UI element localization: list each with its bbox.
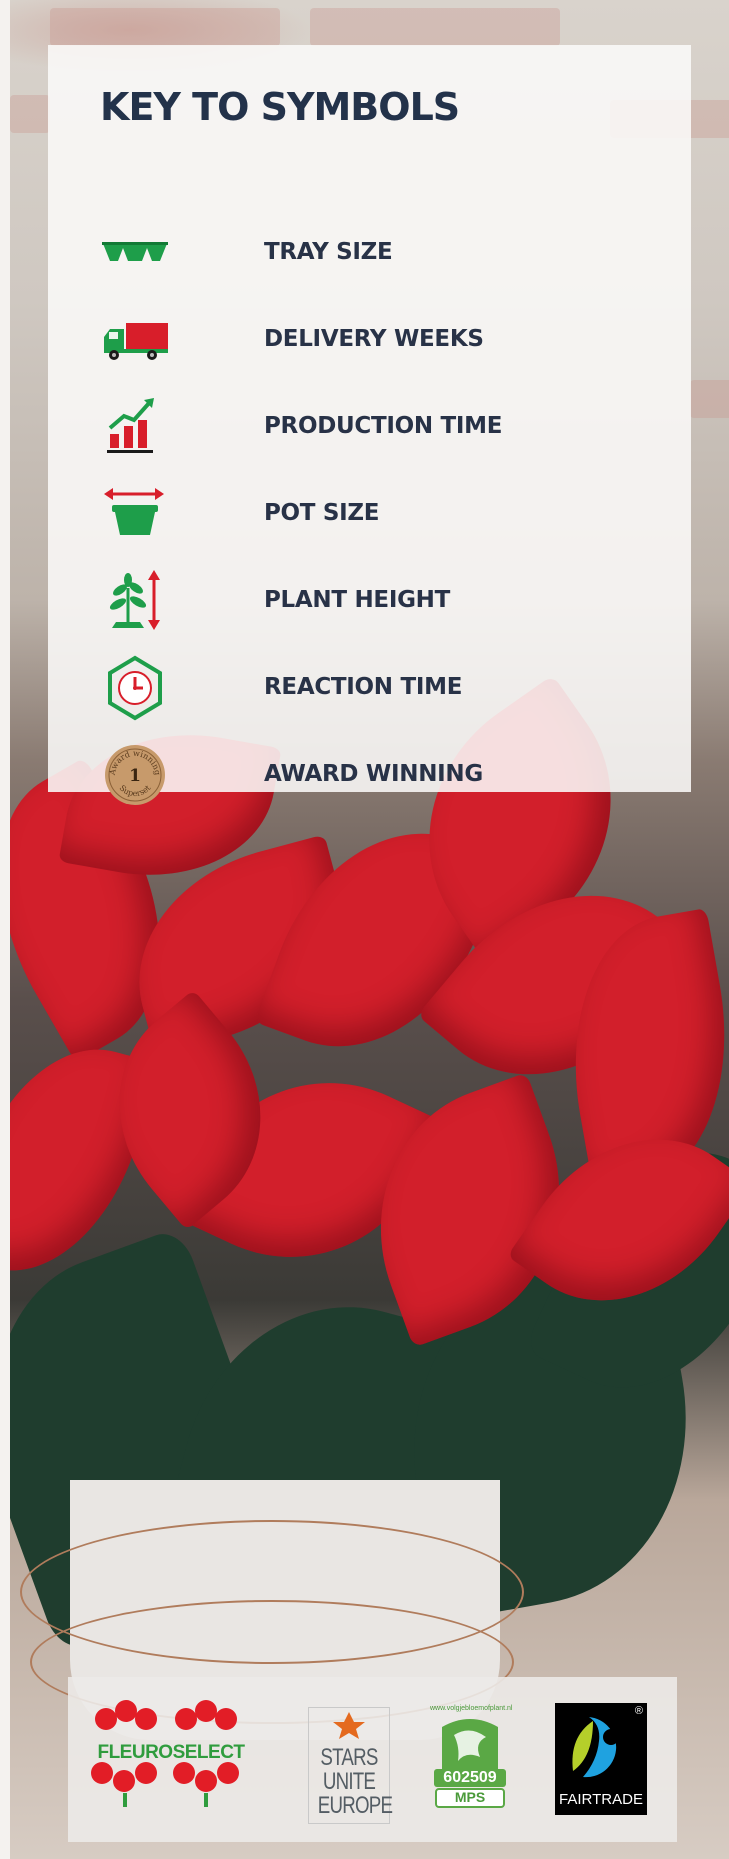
pot-size-icon <box>100 479 170 549</box>
key-label: PLANT HEIGHT <box>264 587 450 613</box>
mps-number: 602509 <box>443 1769 497 1786</box>
brick <box>690 380 729 418</box>
fleuroselect-logo: FLEUROSELECT <box>68 1677 268 1842</box>
production-chart-icon <box>100 392 170 462</box>
brick <box>10 95 50 133</box>
mps-url: www.volgjebloemofplant.nl <box>430 1705 513 1712</box>
brick <box>310 8 560 46</box>
panel-title: KEY TO SYMBOLS <box>100 85 460 129</box>
key-label: AWARD WINNING <box>264 761 483 787</box>
key-label: TRAY SIZE <box>264 239 393 265</box>
key-row-pot-size: POT SIZE <box>48 479 691 549</box>
key-row-delivery-weeks: DELIVERY WEEKS <box>48 305 691 375</box>
delivery-truck-icon <box>100 305 170 375</box>
stars-wordmark: STARS UNITE EUROPE <box>317 1744 393 1819</box>
fairtrade-logo: ® FAIRTRADE <box>555 1703 647 1815</box>
key-label: REACTION TIME <box>264 674 463 700</box>
key-label: POT SIZE <box>264 500 380 526</box>
key-row-award-winning: Award winning Superset 1 AWARD WINNING <box>48 740 691 810</box>
plant-height-icon <box>100 566 170 636</box>
registered-mark: ® <box>634 1705 643 1717</box>
key-row-tray-size: TRAY SIZE <box>48 218 691 288</box>
brick <box>50 8 280 46</box>
mps-label: MPS <box>454 1789 486 1805</box>
fairtrade-wordmark: FAIRTRADE <box>559 1791 643 1808</box>
mps-logo: www.volgjebloemofplant.nl 602509 MPS <box>430 1705 513 1815</box>
certification-logos: FLEUROSELECT STARS UNITE EUROPE www.volg… <box>68 1677 677 1842</box>
key-label: PRODUCTION TIME <box>264 413 503 439</box>
key-label: DELIVERY WEEKS <box>264 326 484 352</box>
award-badge-icon: Award winning Superset 1 <box>100 740 170 810</box>
key-row-reaction-time: REACTION TIME <box>48 653 691 723</box>
award-number: 1 <box>129 766 141 786</box>
tray-size-icon <box>100 218 170 288</box>
stars-unite-europe-logo: STARS UNITE EUROPE <box>308 1707 393 1824</box>
fleuroselect-wordmark: FLEUROSELECT <box>97 1742 245 1763</box>
key-row-plant-height: PLANT HEIGHT <box>48 566 691 636</box>
key-row-production-time: PRODUCTION TIME <box>48 392 691 462</box>
reaction-clock-icon <box>100 653 170 723</box>
key-to-symbols-panel: KEY TO SYMBOLS TRAY SIZE DELIVERY WEEKS <box>48 45 691 805</box>
